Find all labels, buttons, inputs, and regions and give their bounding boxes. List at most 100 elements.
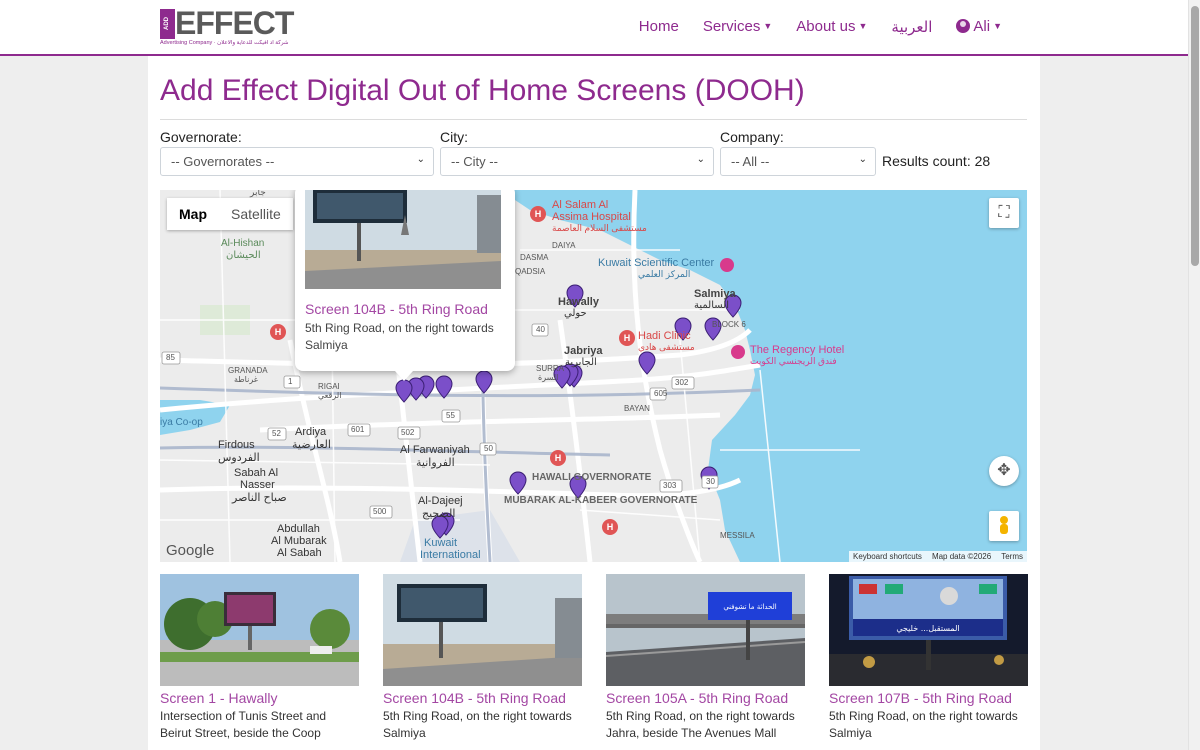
card-title[interactable]: Screen 105A - 5th Ring Road: [606, 690, 805, 706]
map-label-firdous-ar: الفردوس: [218, 452, 260, 464]
city-select-value: -- City --: [451, 154, 498, 169]
map-label-coop: iya Co-op: [160, 417, 203, 428]
svg-text:H: H: [535, 209, 542, 219]
map-label-dajeej-ar: الضجيج: [422, 508, 456, 520]
nav-about[interactable]: About us ▼: [796, 18, 867, 36]
map-label-abdullah-1: Abdullah: [277, 523, 320, 535]
nav-services[interactable]: Services ▼: [703, 18, 772, 36]
svg-text:H: H: [275, 327, 282, 337]
chevron-down-icon: ⌄: [858, 154, 867, 165]
terms-link[interactable]: Terms: [1001, 552, 1023, 561]
map-label-ardiya: Ardiya: [295, 426, 327, 438]
map-label-hawally-ar: حولي: [564, 308, 587, 319]
google-logo: Google: [166, 542, 215, 559]
map-type-map[interactable]: Map: [167, 198, 219, 230]
chevron-down-icon: ⌄: [416, 154, 425, 165]
map-type-control: Map Satellite: [167, 198, 293, 230]
pegman-icon[interactable]: [989, 511, 1019, 541]
road-55: 55: [446, 411, 455, 420]
card-billboard-text: المستقبل... خليجي: [896, 624, 959, 633]
city-select[interactable]: -- City -- ⌄: [440, 147, 714, 176]
results-count: Results count: 28: [882, 153, 991, 169]
city-label: City:: [440, 129, 468, 145]
map-type-satellite[interactable]: Satellite: [219, 198, 293, 230]
popup-description: 5th Ring Road, on the right towards Salm…: [305, 321, 494, 352]
nav-arabic[interactable]: العربية: [891, 18, 932, 36]
map-label-hawally: Hawally: [558, 296, 599, 308]
map-pan-control-icon[interactable]: ✥: [989, 456, 1019, 486]
road-605: 605: [654, 389, 668, 398]
logo-box: ADD: [160, 9, 175, 39]
map-label-alsalam: Al Salam Al: [552, 199, 609, 211]
map-attribution: Keyboard shortcuts Map data ©2026 Terms: [849, 551, 1027, 562]
map-label-surra: SURRA: [536, 364, 565, 373]
popup-title[interactable]: Screen 104B - 5th Ring Road: [305, 301, 488, 317]
screen-card[interactable]: Screen 104B - 5th Ring Road 5th Ring Roa…: [383, 574, 582, 742]
svg-text:H: H: [607, 522, 614, 532]
road-601: 601: [351, 425, 365, 434]
map-label-assima-ar: مستشفى السلام العاصمة: [552, 223, 647, 233]
user-icon: [956, 19, 971, 33]
screen-card[interactable]: الحداثة ما تشوفني Screen 105A - 5th Ring…: [606, 574, 805, 742]
map-data-text: Map data ©2026: [931, 552, 992, 561]
governorate-select[interactable]: -- Governorates -- ⌄: [160, 147, 434, 176]
screen-card[interactable]: Screen 1 - Hawally Intersection of Tunis…: [160, 574, 359, 742]
card-image: المستقبل... خليجي: [829, 574, 1028, 686]
card-image: [160, 574, 359, 686]
map-label-regency-ar: فندق الريجنسي الكويت: [750, 356, 837, 366]
road-302: 302: [675, 378, 689, 387]
map-label-mubarak-gov: MUBARAK AL-KABEER GOVERNORATE: [504, 495, 698, 506]
caret-down-icon: ▼: [858, 21, 868, 31]
main-nav: Home Services ▼ About us ▼ العربية Ali ▼: [639, 18, 1002, 36]
logo-tagline: Advertising Company · شركة اد افيكت للدع…: [160, 40, 289, 46]
nav-user[interactable]: Ali ▼: [956, 18, 1002, 36]
logo[interactable]: ADD EFFECT Advertising Company · شركة اد…: [160, 5, 300, 47]
map-label-surra-ar: السرة: [538, 373, 559, 382]
company-select-value: -- All --: [731, 154, 770, 169]
map-label-hadi: Hadi Clinic: [638, 330, 691, 342]
map-label-salmiya-ar: السالمية: [694, 300, 729, 311]
company-select[interactable]: -- All -- ⌄: [720, 147, 876, 176]
map-label-ardiya-ar: العارضية: [292, 439, 331, 451]
map-label-dajeej: Al-Dajeej: [418, 495, 463, 507]
map-label-kuwait-1: Kuwait: [424, 537, 458, 549]
main-content: Add Effect Digital Out of Home Screens (…: [148, 56, 1040, 750]
map-label-kuwait-2: International: [420, 549, 481, 561]
map-label-jabriya-ar: الجابرية: [565, 357, 597, 368]
card-image: الحداثة ما تشوفني: [606, 574, 805, 686]
card-title[interactable]: Screen 1 - Hawally: [160, 690, 359, 706]
road-52: 52: [272, 429, 281, 438]
road-500: 500: [373, 507, 387, 516]
scrollbar-thumb[interactable]: [1191, 6, 1199, 266]
map-label-jaber: جابر: [250, 190, 266, 197]
road-85: 85: [166, 353, 175, 362]
page-scrollbar[interactable]: [1188, 0, 1200, 750]
map-canvas: H H H H H: [160, 190, 1027, 562]
svg-text:H: H: [555, 453, 562, 463]
card-title[interactable]: Screen 107B - 5th Ring Road: [829, 690, 1028, 706]
page-title: Add Effect Digital Out of Home Screens (…: [160, 74, 805, 107]
fullscreen-icon[interactable]: ⛶: [989, 198, 1019, 228]
map-label-sabah-1: Sabah Al: [234, 467, 279, 479]
map-label-alhishan-ar: الحيشان: [226, 250, 261, 261]
card-description: 5th Ring Road, on the right towards Salm…: [829, 709, 1018, 740]
map-label-farwaniyah-ar: الفروانية: [416, 457, 455, 469]
road-1: 1: [288, 377, 293, 386]
road-303: 303: [663, 481, 677, 490]
card-title[interactable]: Screen 104B - 5th Ring Road: [383, 690, 582, 706]
map-label-alhishan: Al-Hishan: [221, 238, 265, 249]
nav-home[interactable]: Home: [639, 18, 679, 36]
screen-card[interactable]: المستقبل... خليجي Screen 107B - 5th Ring…: [829, 574, 1028, 742]
card-billboard-text: الحداثة ما تشوفني: [723, 603, 776, 611]
map-label-rigai-ar: الرقعي: [318, 391, 342, 400]
map-label-regency: The Regency Hotel: [750, 344, 845, 356]
map-label-sabah-2: Nasser: [240, 479, 275, 491]
nav-about-label: About us: [796, 18, 856, 35]
map[interactable]: H H H H H Al Salam Al Assima Hospital مستشفى…: [160, 190, 1027, 562]
map-label-rigai: RIGAI: [318, 382, 340, 391]
map-label-granada: GRANADA: [228, 366, 268, 375]
map-label-salmiya: Salmiya: [694, 288, 736, 300]
map-label-sabah-ar: صباح الناصر: [232, 492, 287, 504]
card-description: 5th Ring Road, on the right towards Salm…: [383, 709, 572, 740]
keyboard-shortcuts-link[interactable]: Keyboard shortcuts: [853, 552, 922, 561]
